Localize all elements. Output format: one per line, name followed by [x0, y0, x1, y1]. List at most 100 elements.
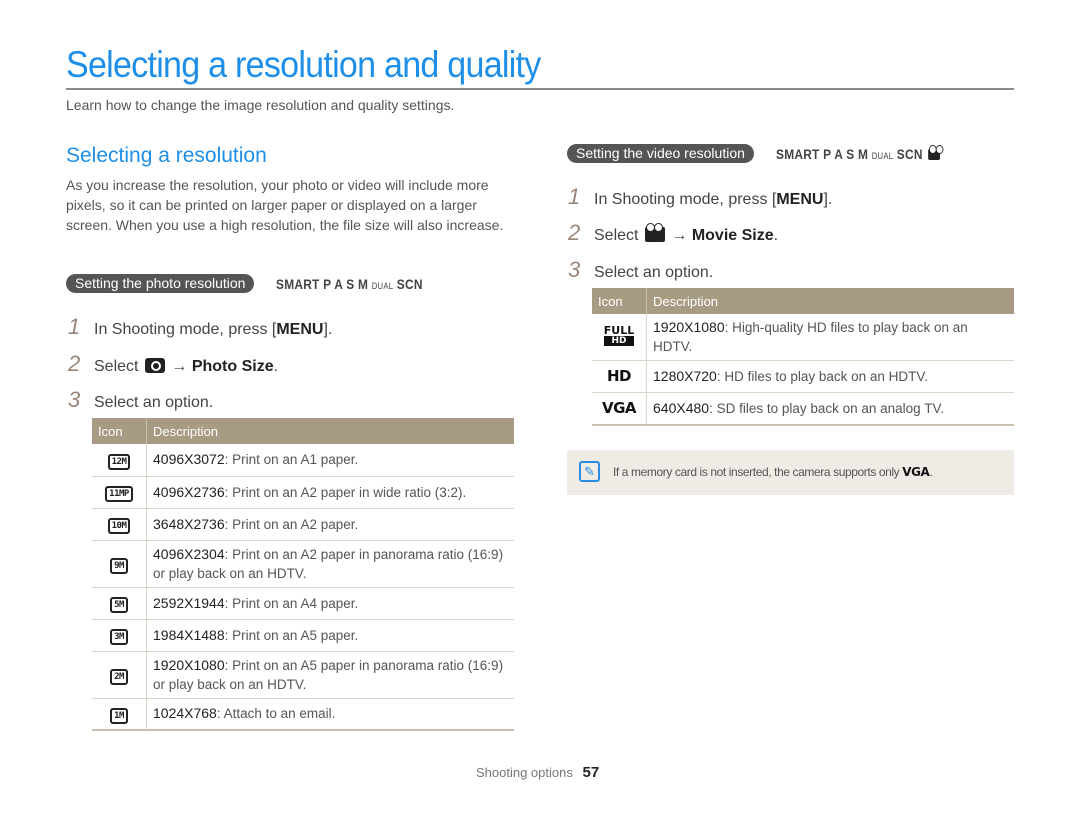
- mode-p: P: [323, 275, 332, 292]
- table-row: 12M 4096X3072: Print on an A1 paper.: [92, 444, 514, 477]
- resolution-12m-icon: 12M: [107, 453, 131, 470]
- step-text: Select an option.: [94, 394, 214, 411]
- resolution-value: 3648X2736: [153, 515, 225, 532]
- resolution-value: 4096X2736: [153, 483, 225, 500]
- page-number: 57: [582, 764, 600, 781]
- resolution-10m-icon: 10M: [107, 518, 131, 534]
- step-text-end: .: [273, 358, 279, 375]
- title-divider: [66, 88, 1014, 90]
- photo-resolution-header: Setting the photo resolution SMART P A S…: [66, 274, 449, 293]
- table-row: 10M 3648X2736: Print on an A2 paper.: [92, 508, 514, 541]
- resolution-description: : Print on an A1 paper.: [224, 452, 359, 468]
- video-resolution-pill: Setting the video resolution: [567, 144, 754, 163]
- movie-mode-icon: [927, 144, 944, 160]
- resolution-value: 1920X1080: [153, 656, 225, 673]
- step-2: 2 Select → Photo Size.: [68, 351, 278, 377]
- resolution-value: 2592X1944: [153, 594, 225, 611]
- resolution-3m-icon: 3M: [110, 629, 128, 645]
- resolution-value: 1984X1488: [153, 626, 225, 643]
- mode-m: M: [358, 275, 369, 292]
- note-text: If a memory card is not inserted, the ca…: [613, 465, 933, 479]
- movie-camera-icon: [644, 223, 665, 242]
- step-1: 1 In Shooting mode, press [MENU].: [68, 314, 332, 340]
- column-header-icon: Icon: [92, 418, 147, 444]
- column-header-icon: Icon: [592, 288, 647, 314]
- step-text: In Shooting mode, press [: [594, 191, 777, 208]
- resolution-5m-icon: 5M: [110, 597, 128, 613]
- step-number: 1: [68, 314, 81, 339]
- resolution-description: : Attach to an email.: [216, 706, 336, 722]
- table-row: VGA 640X480: SD files to play back on an…: [592, 392, 1014, 426]
- resolution-description: : SD files to play back on an analog TV.: [709, 400, 944, 416]
- step-number: 3: [568, 257, 581, 282]
- section-heading: Selecting a resolution: [66, 144, 267, 167]
- note-end: .: [929, 465, 933, 479]
- table-row: 9M 4096X2304: Print on an A2 paper in pa…: [92, 540, 514, 588]
- mode-smart: SMART: [276, 275, 321, 292]
- mode-scn: SCN: [397, 275, 424, 292]
- step-text: In Shooting mode, press [: [94, 321, 277, 338]
- camera-icon: [144, 358, 165, 373]
- resolution-9m-icon: 9M: [110, 557, 128, 574]
- resolution-value: 1920X1080: [653, 319, 725, 335]
- resolution-description: : HD files to play back on an HDTV.: [716, 369, 928, 384]
- dual-is-icon: DUAL: [372, 280, 394, 291]
- section-paragraph: As you increase the resolution, your pho…: [66, 177, 504, 233]
- mode-scn: SCN: [896, 145, 923, 162]
- resolution-value: 4096X3072: [153, 451, 225, 468]
- dual-is-icon: DUAL: [871, 150, 894, 161]
- video-resolution-table: Icon Description FULL HD 1920X1080: High…: [592, 288, 1014, 426]
- movie-size-label: Movie Size: [691, 227, 774, 244]
- photo-size-label: Photo Size: [191, 358, 274, 375]
- step-number: 3: [68, 387, 81, 412]
- step-text: Select: [594, 227, 639, 244]
- step-text: Select an option.: [594, 264, 714, 281]
- intro-text: Learn how to change the image resolution…: [66, 97, 455, 113]
- resolution-2m-icon: 2M: [110, 668, 128, 685]
- table-row: 11MP 4096X2736: Print on an A2 paper in …: [92, 476, 514, 509]
- photo-resolution-table: Icon Description 12M 4096X3072: Print on…: [92, 418, 514, 731]
- mode-smart: SMART: [775, 145, 820, 162]
- step-number: 2: [68, 351, 81, 376]
- mode-m: M: [857, 145, 869, 162]
- resolution-value: 640X480: [653, 399, 710, 416]
- step-text-end: ].: [823, 191, 833, 208]
- step-text: Select: [94, 358, 139, 375]
- hd-icon: HD: [606, 367, 632, 385]
- arrow-icon: →: [171, 358, 188, 375]
- vga-icon: VGA: [601, 398, 637, 417]
- mode-a: A: [334, 275, 344, 292]
- mode-s: S: [846, 145, 855, 162]
- resolution-value: 1280X720: [653, 368, 717, 384]
- step-2: 2 Select → Movie Size.: [568, 220, 778, 246]
- resolution-description: : Print on an A5 paper.: [224, 627, 359, 643]
- table-row: 1M 1024X768: Attach to an email.: [92, 698, 514, 731]
- table-row: HD 1280X720: HD files to play back on an…: [592, 360, 1014, 393]
- resolution-description: : Print on an A2 paper in wide ratio (3:…: [224, 484, 467, 500]
- menu-button-label: MENU: [776, 191, 824, 208]
- step-number: 1: [568, 184, 581, 209]
- step-text-end: .: [773, 227, 779, 244]
- resolution-value: 1024X768: [153, 705, 217, 722]
- resolution-description: : Print on an A2 paper.: [224, 516, 359, 532]
- resolution-11mp-icon: 11MP: [105, 486, 133, 502]
- mode-s: S: [346, 275, 355, 292]
- shooting-modes: SMART P A S M DUAL SCN: [276, 276, 423, 292]
- video-resolution-header: Setting the video resolution SMART P A S…: [567, 144, 971, 163]
- column-header-description: Description: [646, 288, 1014, 314]
- footer-section-name: Shooting options: [476, 765, 573, 780]
- full-hd-icon: FULL HD: [603, 324, 635, 346]
- mode-a: A: [834, 145, 843, 162]
- full-hd-icon-bottom: HD: [603, 336, 635, 346]
- step-3: 3 Select an option.: [568, 257, 713, 283]
- page-footer: Shooting options 57: [476, 764, 599, 781]
- note-pencil-icon: ✎: [579, 461, 600, 482]
- resolution-value: 4096X2304: [153, 545, 225, 562]
- resolution-description: : Print on an A4 paper.: [224, 595, 359, 611]
- arrow-icon: →: [671, 227, 688, 244]
- full-hd-icon-top: FULL: [603, 324, 635, 337]
- page-title: Selecting a resolution and quality: [66, 44, 541, 85]
- step-3: 3 Select an option.: [68, 387, 213, 413]
- table-row: 5M 2592X1944: Print on an A4 paper.: [92, 587, 514, 620]
- note-message: If a memory card is not inserted, the ca…: [613, 465, 900, 479]
